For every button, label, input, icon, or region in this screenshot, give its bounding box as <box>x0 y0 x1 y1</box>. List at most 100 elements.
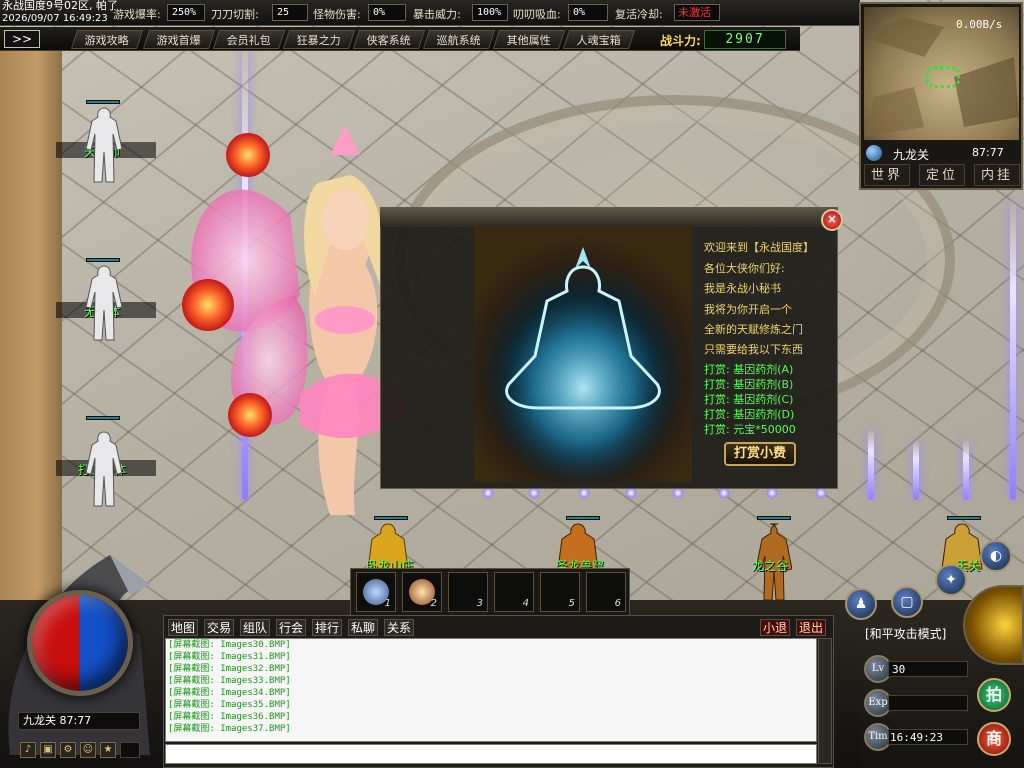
chat-input[interactable] <box>165 744 817 764</box>
chat-line: [屏幕截图: Images30.BMP] <box>168 640 291 650</box>
shop-button[interactable]: 商 <box>977 722 1011 756</box>
auto-assist-button[interactable]: 内挂 <box>974 164 1020 186</box>
sand-border <box>0 50 62 610</box>
chat-line: [屏幕截图: Images35.BMP] <box>168 700 291 710</box>
minimap-coords: 87:77 <box>972 146 1004 159</box>
bag-icon[interactable]: ▣ <box>40 742 56 758</box>
chat-tab-rank[interactable]: 排行 <box>312 619 343 636</box>
npc-health-bar <box>947 516 981 520</box>
tab-berserk[interactable]: 狂暴之力 <box>282 30 356 49</box>
chat-tab-guild[interactable]: 行会 <box>276 619 307 636</box>
server-datetime: 2026/09/07 16:49:23 <box>2 13 108 24</box>
chat-tab-trade[interactable]: 交易 <box>204 619 235 636</box>
tab-game-guide[interactable]: 游戏攻略 <box>70 30 144 49</box>
reward-option-link[interactable]: 打赏: 基因药剂(D) <box>704 406 794 422</box>
npc-figure[interactable] <box>82 106 126 186</box>
npc-health-bar <box>86 416 120 420</box>
skill-slot-5[interactable]: 5 <box>540 572 580 612</box>
stat-label-crit-power: 暴击威力: <box>413 8 461 21</box>
group-icon[interactable]: ☺ <box>80 742 96 758</box>
reward-option-link[interactable]: 打赏: 基因药剂(C) <box>704 391 793 407</box>
chat-tab-relation[interactable]: 关系 <box>384 619 415 636</box>
meditating-figure-art <box>483 247 683 482</box>
inventory-icon[interactable]: ▢ <box>891 586 923 618</box>
chat-tab-team[interactable]: 组队 <box>240 619 271 636</box>
skill-slot-4[interactable]: 4 <box>494 572 534 612</box>
stat-label-cut: 刀刀切割: <box>211 8 259 21</box>
logout-button[interactable]: 小退 <box>760 619 791 636</box>
chat-line: [屏幕截图: Images34.BMP] <box>168 688 291 698</box>
sound-icon[interactable]: ♪ <box>20 742 36 758</box>
tab-cruise-system[interactable]: 巡航系统 <box>422 30 496 49</box>
light-pillar <box>913 440 919 500</box>
meditation-portrait <box>474 227 692 482</box>
stat-label-revive-cd: 复活冷却: <box>615 8 663 21</box>
skill-slot-3[interactable]: 3 <box>448 572 488 612</box>
reward-option-link[interactable]: 打赏: 基因药剂(B) <box>704 376 793 392</box>
settings-icon[interactable]: ⚙ <box>60 742 76 758</box>
light-pillar <box>1010 200 1016 500</box>
exit-button[interactable]: 退出 <box>796 619 827 636</box>
attack-mode[interactable]: [和平攻击模式] <box>865 625 946 642</box>
skill-slot-1[interactable]: 1 <box>356 572 396 612</box>
chat-line: [屏幕截图: Images37.BMP] <box>168 724 291 734</box>
auction-button[interactable]: 拍 <box>977 678 1011 712</box>
tip-button[interactable]: 打赏小费 <box>724 442 796 466</box>
tab-other-attributes[interactable]: 其他属性 <box>492 30 566 49</box>
stat-value-lifesteal: 0% <box>568 4 608 21</box>
chat-scrollbar[interactable] <box>818 638 832 764</box>
locate-button[interactable]: 定位 <box>919 164 965 186</box>
dialog-title-bar[interactable] <box>380 207 838 227</box>
dialog-text: 我将为你开启一个 <box>704 303 792 316</box>
dialog-text: 欢迎来到【永战国度】 <box>704 241 814 254</box>
character-icon[interactable]: ♟ <box>845 588 877 620</box>
reward-option-link[interactable]: 打赏: 基因药剂(A) <box>704 361 793 377</box>
stat-value-drop-rate: 250% <box>167 4 205 21</box>
player-marker-icon <box>926 66 960 88</box>
stat-value-monster-damage: 0% <box>368 4 406 21</box>
skills-icon[interactable]: ✦ <box>935 564 967 596</box>
chat-log[interactable]: [屏幕截图: Images30.BMP] [屏幕截图: Images31.BMP… <box>165 638 817 742</box>
stat-value-crit-power: 100% <box>472 4 508 21</box>
dialog-text: 我是永战小秘书 <box>704 282 781 295</box>
chat-tab-private[interactable]: 私聊 <box>348 619 379 636</box>
level-value: 30 <box>892 663 906 676</box>
globe-icon <box>866 145 882 161</box>
stat-label-drop-rate: 游戏爆率: <box>113 8 161 21</box>
exp-field <box>888 695 968 711</box>
menu-toggle-button[interactable]: >> <box>4 30 40 48</box>
skill-slot-6[interactable]: 6 <box>586 572 626 612</box>
skill-slot-2[interactable]: 2 <box>402 572 442 612</box>
light-pillar <box>963 440 969 500</box>
rank-icon[interactable]: ★ <box>100 742 116 758</box>
npc-figure[interactable] <box>82 430 126 510</box>
network-speed: 0.00B/s <box>956 18 1003 31</box>
tab-first-drops[interactable]: 游戏首爆 <box>142 30 216 49</box>
tab-soul-chest[interactable]: 人魂宝箱 <box>562 30 636 49</box>
chat-line: [屏幕截图: Images31.BMP] <box>168 652 291 662</box>
stat-value-cut: 25 <box>272 4 308 21</box>
chat-tab-map[interactable]: 地图 <box>168 619 199 636</box>
server-name: 永战国度9号02区, 帕了 <box>2 0 118 12</box>
combat-power-value: 2907 <box>704 30 786 49</box>
volume-icon[interactable]: ◐ <box>980 540 1012 572</box>
stat-label-lifesteal: 叨叨吸血: <box>513 8 561 21</box>
combat-power-label: 战斗力: <box>660 34 701 48</box>
dialog-text: 只需要给我以下东西 <box>704 343 803 356</box>
tab-vip-gift[interactable]: 会员礼包 <box>212 30 286 49</box>
world-map-button[interactable]: 世界 <box>864 164 910 186</box>
time-value: 16:49:23 <box>890 731 943 744</box>
reward-option-link[interactable]: 打赏: 元宝*50000 <box>704 421 796 437</box>
tab-hero-system[interactable]: 侠客系统 <box>352 30 426 49</box>
dialog-close-button[interactable]: × <box>821 209 843 231</box>
npc-health-bar <box>86 100 120 104</box>
minimap-map-name: 九龙关 <box>893 148 930 162</box>
player-location: 九龙关 87:77 <box>18 712 140 730</box>
npc-health-bar <box>757 516 791 520</box>
light-pillar <box>868 430 874 500</box>
dialog-text: 全新的天赋修炼之门 <box>704 323 803 336</box>
npc-health-bar <box>86 258 120 262</box>
chat-line: [屏幕截图: Images33.BMP] <box>168 676 291 686</box>
npc-figure[interactable] <box>82 264 126 344</box>
stat-value-revive-cd: 未激活 <box>674 4 720 21</box>
